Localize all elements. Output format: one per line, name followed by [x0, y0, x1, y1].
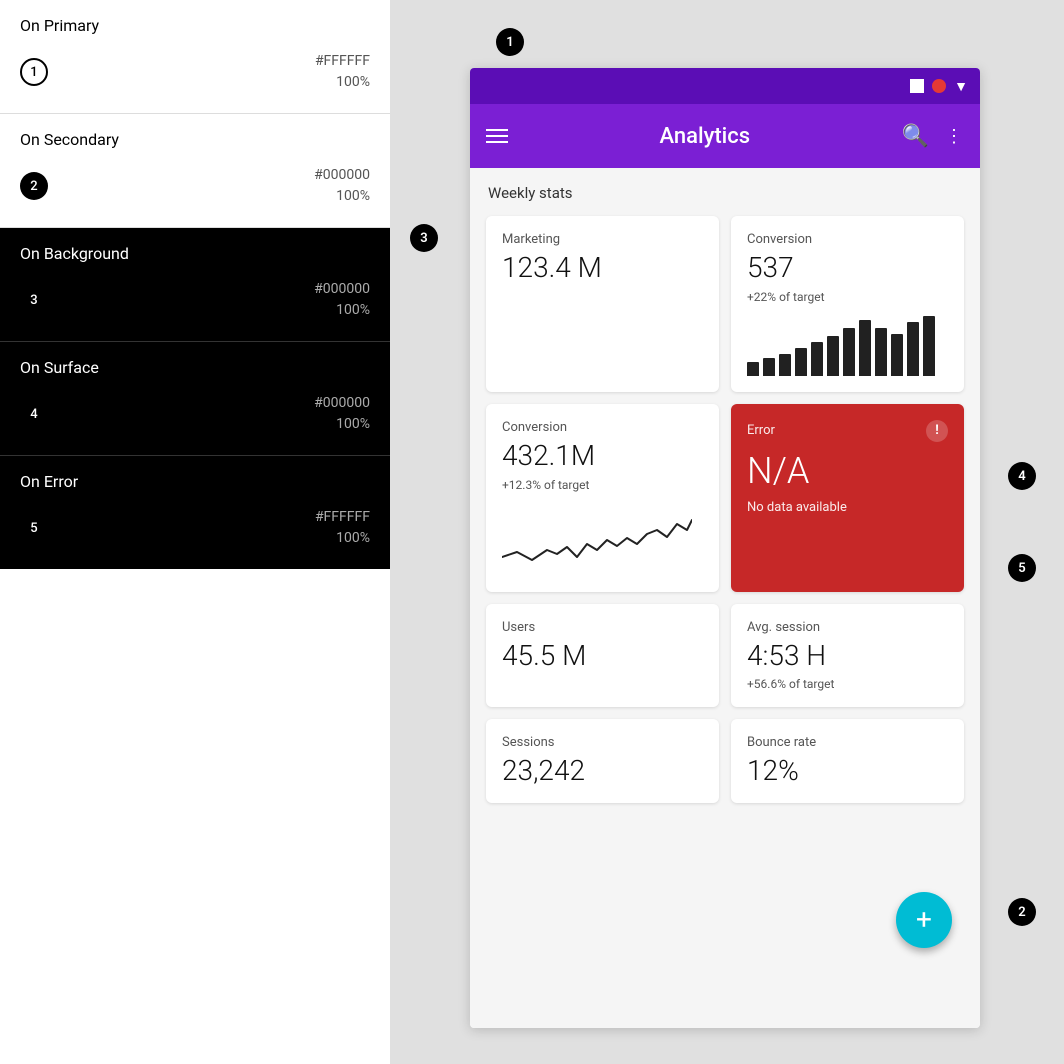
annotation-1-badge: 1 — [496, 28, 524, 56]
more-options-button[interactable]: ⋮ — [945, 126, 964, 147]
avg-session-sub: +56.6% of target — [747, 677, 948, 691]
on-surface-header: On Surface — [20, 358, 370, 377]
conversion-bottom-value: 432.1M — [502, 441, 703, 472]
bar-9 — [875, 328, 887, 376]
badge-2: 2 — [20, 172, 48, 200]
app-title: Analytics — [524, 124, 886, 149]
bar-6 — [827, 336, 839, 376]
on-background-section: On Background 3 #000000 100% — [0, 228, 390, 342]
on-secondary-values: #000000 100% — [314, 165, 370, 207]
fab-plus-icon: + — [916, 906, 932, 934]
badge-5: 5 — [20, 514, 48, 542]
on-error-values: #FFFFFF 100% — [315, 507, 370, 549]
bar-10 — [891, 334, 903, 376]
menu-line-2 — [486, 135, 508, 137]
users-label: Users — [502, 620, 703, 635]
marketing-value: 123.4 M — [502, 253, 703, 284]
on-background-header: On Background — [20, 244, 370, 263]
error-card-value: N/A — [747, 450, 948, 492]
error-badge: ! — [926, 420, 948, 442]
mobile-frame: ▼ Analytics 🔍 ⋮ Weekly stats Marketing 1… — [470, 68, 980, 1028]
bar-5 — [811, 342, 823, 376]
conversion-bottom-sub: +12.3% of target — [502, 478, 703, 492]
on-primary-section: On Primary 1 #FFFFFF 100% — [0, 0, 390, 114]
hamburger-menu-button[interactable] — [486, 129, 508, 143]
weekly-stats-label: Weekly stats — [488, 184, 964, 202]
bar-1 — [747, 362, 759, 376]
bar-chart — [747, 316, 948, 376]
users-card: Users 45.5 M — [486, 604, 719, 708]
badge-1: 1 — [20, 58, 48, 86]
bar-4 — [795, 348, 807, 376]
app-bar: Analytics 🔍 ⋮ — [470, 104, 980, 168]
bounce-rate-label: Bounce rate — [747, 735, 948, 750]
bounce-rate-card: Bounce rate 12% — [731, 719, 964, 803]
marketing-card: Marketing 123.4 M — [486, 216, 719, 392]
bar-8 — [859, 320, 871, 376]
status-bar: ▼ — [470, 68, 980, 104]
cards-grid: Marketing 123.4 M Conversion 537 +22% of… — [486, 216, 964, 803]
error-card-label: Error — [747, 423, 775, 438]
on-primary-header: On Primary — [20, 16, 370, 35]
bar-12 — [923, 316, 935, 376]
bar-3 — [779, 354, 791, 376]
error-card: Error ! N/A No data available — [731, 404, 964, 592]
menu-line-3 — [486, 141, 508, 143]
conversion-top-sub: +22% of target — [747, 290, 948, 304]
left-panel: On Primary 1 #FFFFFF 100% On Secondary 2… — [0, 0, 390, 1064]
annotation-2-badge: 2 — [1008, 898, 1036, 926]
sessions-value: 23,242 — [502, 756, 703, 787]
annotation-5-badge: 5 — [1008, 554, 1036, 582]
line-chart — [502, 502, 703, 576]
annotation-4-badge: 4 — [1008, 462, 1036, 490]
badge-3: 3 — [20, 286, 48, 314]
bounce-rate-value: 12% — [747, 756, 948, 787]
menu-line-1 — [486, 129, 508, 131]
on-background-values: #000000 100% — [314, 279, 370, 321]
bar-7 — [843, 328, 855, 376]
conversion-bottom-label: Conversion — [502, 420, 703, 435]
on-surface-values: #000000 100% — [314, 393, 370, 435]
fab-button[interactable]: + — [896, 892, 952, 948]
on-error-header: On Error — [20, 472, 370, 491]
marketing-label: Marketing — [502, 232, 703, 247]
error-card-header: Error ! — [747, 420, 948, 442]
conversion-top-card: Conversion 537 +22% of target — [731, 216, 964, 392]
bar-2 — [763, 358, 775, 376]
avg-session-label: Avg. session — [747, 620, 948, 635]
users-value: 45.5 M — [502, 641, 703, 672]
bar-11 — [907, 322, 919, 376]
on-error-section: On Error 5 #FFFFFF 100% — [0, 456, 390, 569]
on-secondary-section: On Secondary 2 #000000 100% — [0, 114, 390, 228]
sessions-card: Sessions 23,242 — [486, 719, 719, 803]
conversion-top-value: 537 — [747, 253, 948, 284]
on-secondary-header: On Secondary — [20, 130, 370, 149]
conversion-top-label: Conversion — [747, 232, 948, 247]
avg-session-value: 4:53 H — [747, 641, 948, 672]
error-card-sub: No data available — [747, 500, 948, 515]
status-circle-icon — [932, 79, 946, 93]
avg-session-card: Avg. session 4:53 H +56.6% of target — [731, 604, 964, 708]
on-primary-values: #FFFFFF 100% — [315, 51, 370, 93]
search-button[interactable]: 🔍 — [902, 124, 929, 149]
on-surface-section: On Surface 4 #000000 100% — [0, 342, 390, 456]
badge-4: 4 — [20, 400, 48, 428]
status-arrow-icon: ▼ — [954, 78, 968, 95]
line-chart-svg — [502, 502, 692, 572]
sessions-label: Sessions — [502, 735, 703, 750]
annotation-3-badge: 3 — [410, 224, 438, 252]
conversion-bottom-card: Conversion 432.1M +12.3% of target — [486, 404, 719, 592]
status-square-icon — [910, 79, 924, 93]
